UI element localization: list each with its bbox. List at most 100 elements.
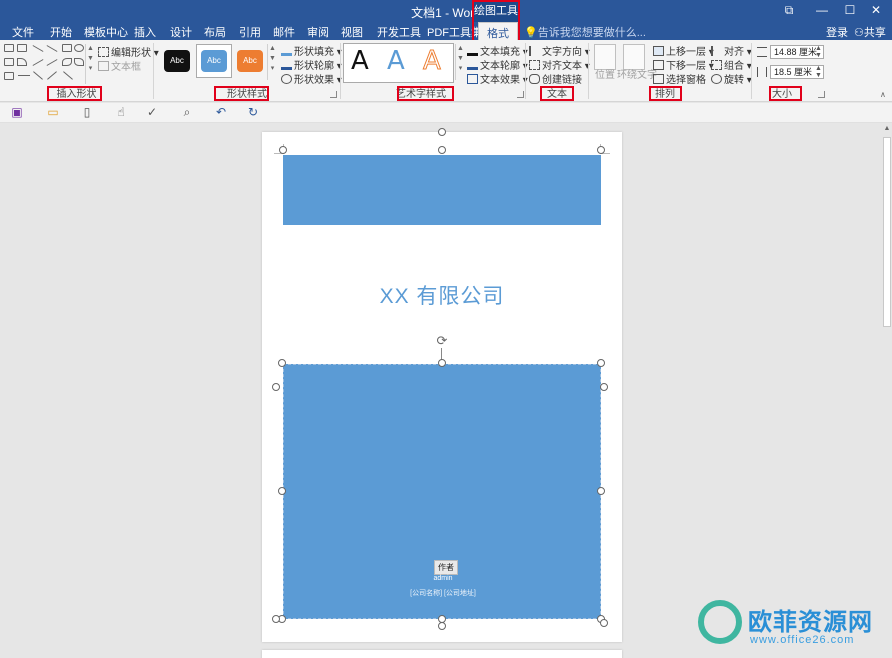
resize-handle-right[interactable]	[597, 487, 605, 495]
diagonal-line2-shape-icon[interactable]	[47, 71, 57, 80]
tab-review[interactable]: 审阅	[307, 24, 329, 40]
straight-line-shape-icon[interactable]	[18, 75, 30, 76]
resize-handle-outer-left-top[interactable]	[272, 383, 280, 391]
rotate-handle[interactable]	[438, 128, 446, 136]
freeform-shape-icon[interactable]	[62, 58, 72, 66]
rotate-button[interactable]: 旋转 ▾	[711, 71, 752, 86]
wordart-blue[interactable]: A	[387, 46, 405, 76]
open-folder-icon[interactable]: ▭	[46, 105, 60, 119]
rotation-handle-icon[interactable]: ⟳	[435, 334, 449, 348]
tab-file[interactable]: 文件	[12, 24, 34, 40]
align-text-button[interactable]: 对齐文本 ▾	[529, 57, 590, 72]
edit-shape-button[interactable]: 编辑形状 ▾	[98, 44, 159, 59]
spelling-check-icon[interactable]: ✓	[145, 105, 159, 119]
diagonal-line-shape-icon[interactable]	[33, 71, 43, 80]
group-button[interactable]: 组合 ▾	[711, 57, 752, 72]
style-preset-black[interactable]: Abc	[164, 50, 190, 72]
width-spinner[interactable]: ▲ ▼	[815, 65, 822, 79]
elbow-line-shape-icon[interactable]	[32, 59, 44, 66]
resize-handle-top-left[interactable]	[278, 359, 286, 367]
selected-blue-rectangle[interactable]: 作者 admin [公司名称] [公司地址]	[283, 364, 601, 619]
triangle-shape-icon[interactable]	[4, 72, 14, 80]
author-content-control[interactable]: 作者	[434, 560, 458, 575]
company-address-placeholder[interactable]: [公司名称] [公司地址]	[284, 588, 602, 598]
close-button[interactable]: ✕	[866, 3, 886, 19]
print-preview-icon[interactable]: ⌕	[180, 105, 194, 119]
resize-handle-outer-bottom-left[interactable]	[272, 615, 280, 623]
wordart-gallery-scroll[interactable]: ▲ ▼ ▾	[455, 44, 465, 80]
wordart-launcher[interactable]	[517, 91, 524, 98]
create-link-button[interactable]: 创建链接	[529, 71, 582, 86]
resize-handle[interactable]	[279, 146, 287, 154]
style-preset-orange[interactable]: Abc	[237, 50, 263, 72]
top-blue-banner-shape[interactable]	[283, 155, 601, 225]
tab-design[interactable]: 设计	[170, 24, 192, 40]
resize-handle-outer-right-top[interactable]	[600, 383, 608, 391]
wordart-orange-outline[interactable]: A	[423, 46, 442, 77]
selection-pane-button[interactable]: 选择窗格	[653, 71, 706, 86]
send-backward-button[interactable]: 下移一层 ▾	[653, 57, 714, 72]
size-launcher[interactable]	[818, 91, 825, 98]
redo-icon[interactable]: ↻	[246, 105, 260, 119]
curve-shape-icon[interactable]	[46, 59, 58, 66]
text-outline-button[interactable]: 文本轮廓 ▾	[467, 57, 528, 72]
resize-handle-left[interactable]	[278, 487, 286, 495]
tab-view[interactable]: 视图	[341, 24, 363, 40]
collapse-ribbon-icon[interactable]: ∧	[880, 90, 886, 99]
undo-icon[interactable]: ↶	[214, 105, 228, 119]
bring-forward-button[interactable]: 上移一层 ▾	[653, 43, 714, 58]
company-title[interactable]: XX 有限公司	[262, 280, 622, 310]
resize-handle[interactable]	[597, 146, 605, 154]
tab-developer[interactable]: 开发工具	[377, 24, 421, 40]
arrow-shape-icon[interactable]	[46, 45, 58, 52]
login-link[interactable]: 登录	[826, 24, 848, 40]
rectangle-shape-icon[interactable]	[62, 44, 72, 52]
style-preset-blue[interactable]: Abc	[201, 50, 227, 72]
vertical-scrollbar[interactable]: ▲	[882, 123, 892, 658]
height-spinner[interactable]: ▲ ▼	[815, 45, 822, 59]
text-fill-button[interactable]: 文本填充 ▾	[467, 43, 528, 58]
align-button[interactable]: 对齐 ▾	[711, 43, 752, 58]
textbox-shape-icon[interactable]	[4, 44, 14, 52]
text-direction-button[interactable]: 文字方向 ▾	[529, 43, 590, 58]
tab-insert[interactable]: 插入	[134, 24, 156, 40]
tab-references[interactable]: 引用	[239, 24, 261, 40]
ribbon-display-options-button[interactable]: ⧉	[779, 3, 799, 19]
style-gallery-scroll[interactable]: ▲ ▼ ▾	[267, 44, 277, 80]
shapes-gallery-scroll[interactable]: ▲ ▼ ▾	[85, 44, 95, 84]
share-button[interactable]: ⚇共享	[854, 24, 886, 40]
tab-templates[interactable]: 模板中心	[84, 24, 128, 40]
shape-fill-button[interactable]: 形状填充 ▾	[281, 43, 342, 58]
save-icon[interactable]: ▣	[10, 105, 24, 119]
rounded-rect-shape-icon[interactable]	[4, 58, 14, 66]
maximize-button[interactable]: ☐	[840, 3, 860, 19]
resize-handle-outer-bottom[interactable]	[438, 622, 446, 630]
minimize-button[interactable]: —	[812, 3, 832, 19]
text-box-button[interactable]: 文本框	[98, 58, 141, 73]
new-document-icon[interactable]: ▯	[80, 105, 94, 119]
connector-shape-icon[interactable]	[17, 58, 27, 66]
resize-handle-top-right[interactable]	[597, 359, 605, 367]
shapes-gallery[interactable]	[4, 44, 84, 84]
tab-layout[interactable]: 布局	[204, 24, 226, 40]
position-button[interactable]: 位置	[595, 66, 615, 81]
line-shape-icon[interactable]	[32, 45, 44, 52]
wrap-text-button[interactable]: 环绕文字	[617, 66, 657, 81]
resize-handle-top[interactable]	[438, 359, 446, 367]
shape-outline-button[interactable]: 形状轮廓 ▾	[281, 57, 342, 72]
textbox-vertical-shape-icon[interactable]	[17, 44, 27, 52]
resize-handle-outer-bottom-right[interactable]	[600, 619, 608, 627]
resize-handle[interactable]	[438, 146, 446, 154]
touch-mode-icon[interactable]: ☝	[114, 105, 128, 119]
tell-me-search[interactable]: 💡告诉我您想要做什么...	[524, 24, 646, 40]
wordart-black[interactable]: A	[351, 46, 369, 76]
scroll-up-icon[interactable]: ▲	[883, 125, 891, 133]
scribble-shape-icon[interactable]	[74, 58, 84, 66]
arrow-diagonal-shape-icon[interactable]	[63, 71, 73, 80]
oval-shape-icon[interactable]	[74, 44, 84, 52]
author-name[interactable]: admin	[284, 575, 602, 582]
text-effects-button[interactable]: 文本效果 ▾	[467, 71, 528, 86]
scrollbar-thumb[interactable]	[883, 137, 891, 327]
shape-effects-button[interactable]: 形状效果 ▾	[281, 71, 342, 86]
tab-home[interactable]: 开始	[50, 24, 72, 40]
